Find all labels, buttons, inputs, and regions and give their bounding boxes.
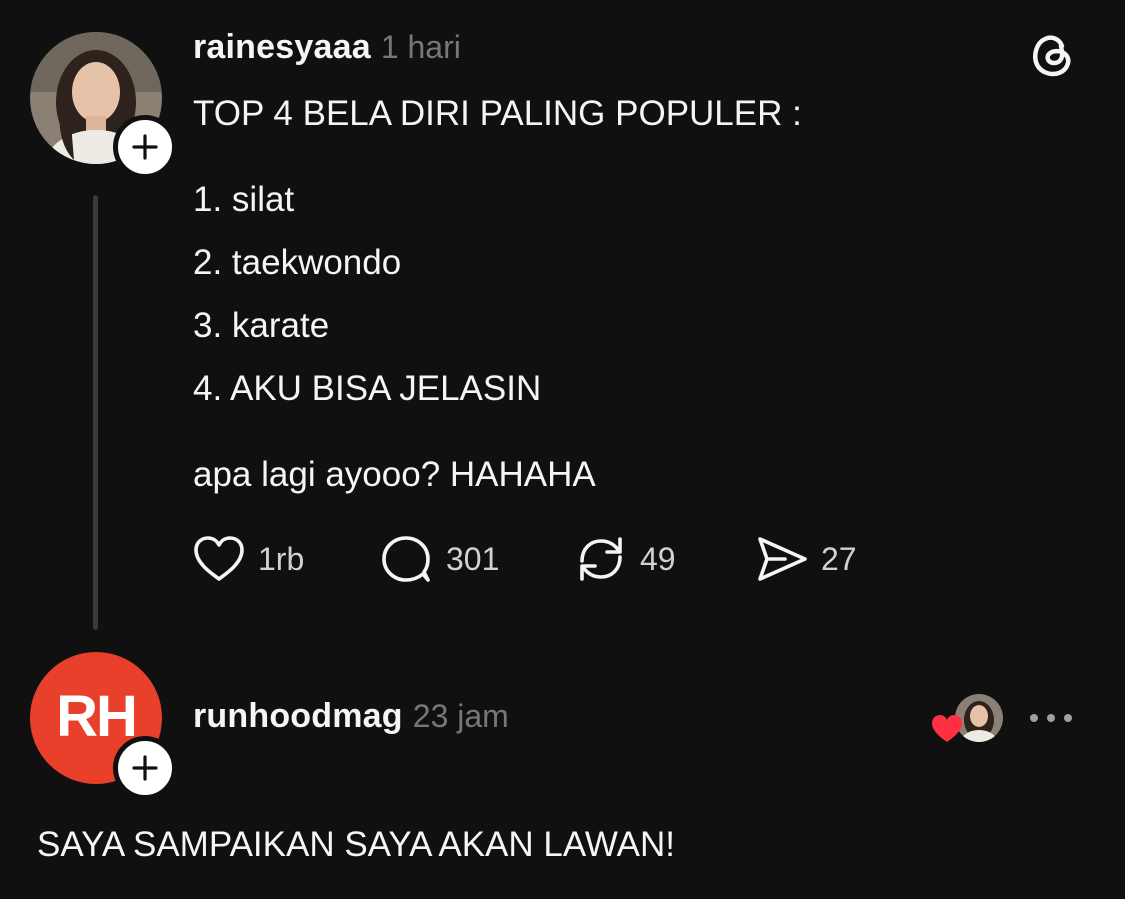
reply-button[interactable]: 301 (380, 529, 499, 589)
reply-header: runhoodmag 23 jam (193, 697, 509, 741)
share-button[interactable]: 27 (755, 529, 857, 589)
reply-username[interactable]: runhoodmag (193, 697, 403, 736)
author-username[interactable]: rainesyaaa (193, 28, 371, 67)
follow-reply-author-button[interactable] (113, 736, 177, 800)
reply-avatar-logo-text: RH (56, 683, 138, 749)
thread-connector-line (93, 195, 98, 630)
post-header: rainesyaaa 1 hari (193, 28, 461, 72)
post-list-item: 2. taekwondo (193, 243, 402, 282)
comment-bubble-icon (380, 533, 434, 585)
plus-icon (132, 134, 158, 160)
send-icon (755, 533, 809, 585)
follow-author-button[interactable] (113, 115, 177, 179)
reply-text: SAYA SAMPAIKAN SAYA AKAN LAWAN! (37, 825, 675, 864)
repost-button[interactable]: 49 (574, 529, 676, 589)
reply-count: 301 (446, 540, 500, 577)
like-count: 1rb (258, 540, 305, 577)
post-list-item: 4. AKU BISA JELASIN (193, 369, 542, 408)
plus-icon (132, 755, 158, 781)
like-button[interactable]: 1rb (192, 529, 304, 589)
post-list-item: 3. karate (193, 306, 330, 345)
share-count: 27 (821, 540, 857, 577)
red-heart-icon (930, 714, 964, 744)
more-dots-icon[interactable] (1030, 714, 1072, 722)
post-title-line: TOP 4 BELA DIRI PALING POPULER : (193, 94, 802, 133)
reply-timestamp[interactable]: 23 jam (413, 698, 509, 735)
post-timestamp[interactable]: 1 hari (381, 29, 461, 66)
heart-icon (192, 534, 246, 584)
post-list-item: 1. silat (193, 180, 295, 219)
threads-logo-icon[interactable] (1026, 28, 1078, 80)
repost-count: 49 (640, 540, 676, 577)
repost-icon (574, 533, 628, 585)
post-closing-line: apa lagi ayooo? HAHAHA (193, 455, 596, 494)
